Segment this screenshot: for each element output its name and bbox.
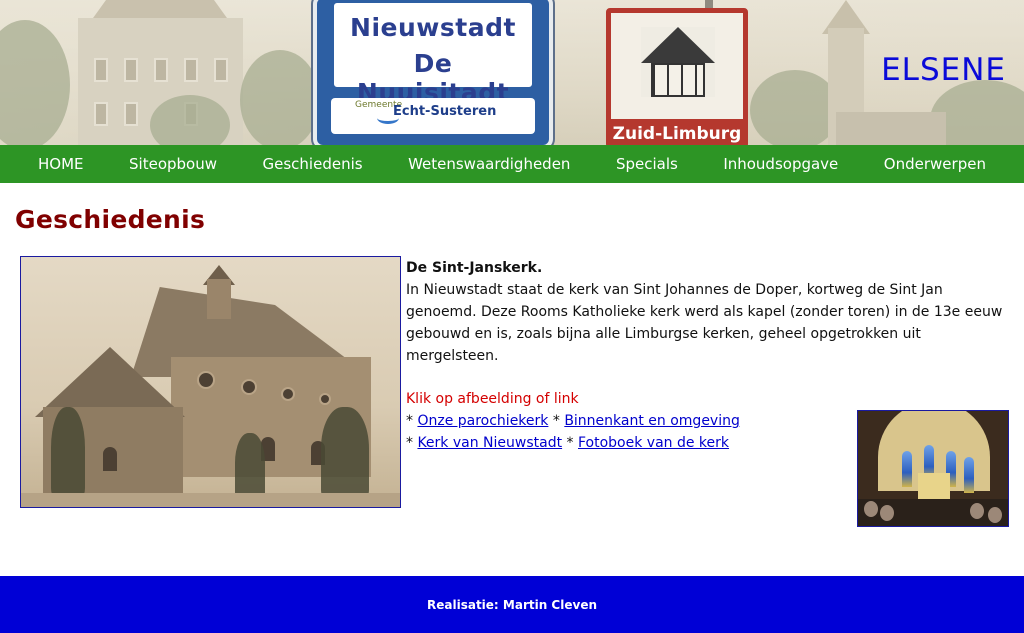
bullet: *: [406, 413, 413, 429]
house-wall: [651, 63, 705, 97]
footer-credit: Realisatie: Martin Cleven: [427, 597, 597, 612]
bullet: *: [406, 435, 413, 451]
altar: [918, 473, 950, 499]
half-timbered-house-icon: [641, 27, 715, 97]
church-round-window: [241, 379, 257, 395]
banner-window: [184, 58, 198, 82]
link-fotoboek-van-de-kerk[interactable]: Fotoboek van de kerk: [578, 435, 729, 451]
banner-window: [124, 58, 138, 82]
nav-item-geschiedenis[interactable]: Geschiedenis: [263, 155, 363, 173]
nav-item-home[interactable]: HOME: [38, 155, 84, 173]
article-body: In Nieuwstadt staat de kerk van Sint Joh…: [406, 282, 1003, 364]
header-banner: Nieuwstadt De Nuujsjtadt Gemeente Echt-S…: [0, 0, 1024, 145]
banner-window: [124, 102, 138, 126]
link-list: * Onze parochiekerk * Binnenkant en omge…: [406, 410, 740, 454]
banner-window: [154, 58, 168, 82]
nav-item-specials[interactable]: Specials: [616, 155, 678, 173]
church-tower: [207, 279, 231, 319]
photo-ground: [21, 493, 400, 507]
photo-tree: [51, 407, 85, 497]
house-roof: [641, 27, 715, 63]
place-name-line1: Nieuwstadt: [350, 13, 516, 42]
municipality-plate: Gemeente Echt-Susteren: [331, 98, 535, 134]
article: De Sint-Janskerk. In Nieuwstadt staat de…: [406, 257, 1011, 367]
nav-item-siteopbouw[interactable]: Siteopbouw: [129, 155, 217, 173]
link-row: * Onze parochiekerk * Binnenkant en omge…: [406, 410, 740, 432]
congregation-member: [880, 505, 894, 521]
municipality-name: Echt-Susteren: [393, 104, 497, 119]
banner-tree: [240, 50, 320, 145]
congregation-member: [988, 507, 1002, 523]
bullet: *: [552, 413, 560, 429]
bullet: *: [566, 435, 574, 451]
click-hint: Klik op afbeelding of link: [406, 391, 579, 407]
stained-glass-window: [964, 457, 974, 493]
nav-item-onderwerpen[interactable]: Onderwerpen: [884, 155, 986, 173]
place-name-panel: Nieuwstadt De Nuujsjtadt: [331, 0, 535, 107]
region-name: Zuid-Limburg: [611, 119, 743, 145]
church-round-window: [281, 387, 295, 401]
region-sign: Zuid-Limburg: [606, 8, 748, 145]
church-arched-window: [103, 447, 117, 471]
place-name-sign: Nieuwstadt De Nuujsjtadt Gemeente Echt-S…: [313, 0, 553, 145]
congregation-member: [970, 503, 984, 519]
banner-window: [214, 58, 228, 82]
footer: Realisatie: Martin Cleven: [0, 576, 1024, 633]
page-title: Geschiedenis: [15, 205, 206, 234]
nav-item-inhoudsopgave[interactable]: Inhoudsopgave: [723, 155, 838, 173]
banner-window: [94, 58, 108, 82]
banner-building: [836, 112, 946, 145]
link-binnenkant-en-omgeving[interactable]: Binnenkant en omgeving: [564, 413, 740, 429]
church-interior-photo[interactable]: [857, 410, 1009, 527]
link-onze-parochiekerk[interactable]: Onze parochiekerk: [417, 413, 548, 429]
site-title: ELSENE: [881, 52, 1006, 88]
link-kerk-van-nieuwstadt[interactable]: Kerk van Nieuwstadt: [417, 435, 562, 451]
church-exterior-photo[interactable]: [20, 256, 401, 508]
church-round-window: [197, 371, 215, 389]
church-round-window: [319, 393, 331, 405]
nav-item-wetenswaardigheden[interactable]: Wetenswaardigheden: [408, 155, 570, 173]
congregation-member: [864, 501, 878, 517]
photo-tree: [235, 433, 265, 499]
photo-tree: [321, 407, 369, 499]
banner-tree: [750, 70, 840, 145]
banner-window: [94, 102, 108, 126]
link-row: * Kerk van Nieuwstadt * Fotoboek van de …: [406, 432, 740, 454]
stained-glass-window: [902, 451, 912, 487]
main-navigation: HOME Siteopbouw Geschiedenis Wetenswaard…: [0, 145, 1024, 183]
article-heading: De Sint-Janskerk.: [406, 260, 543, 276]
